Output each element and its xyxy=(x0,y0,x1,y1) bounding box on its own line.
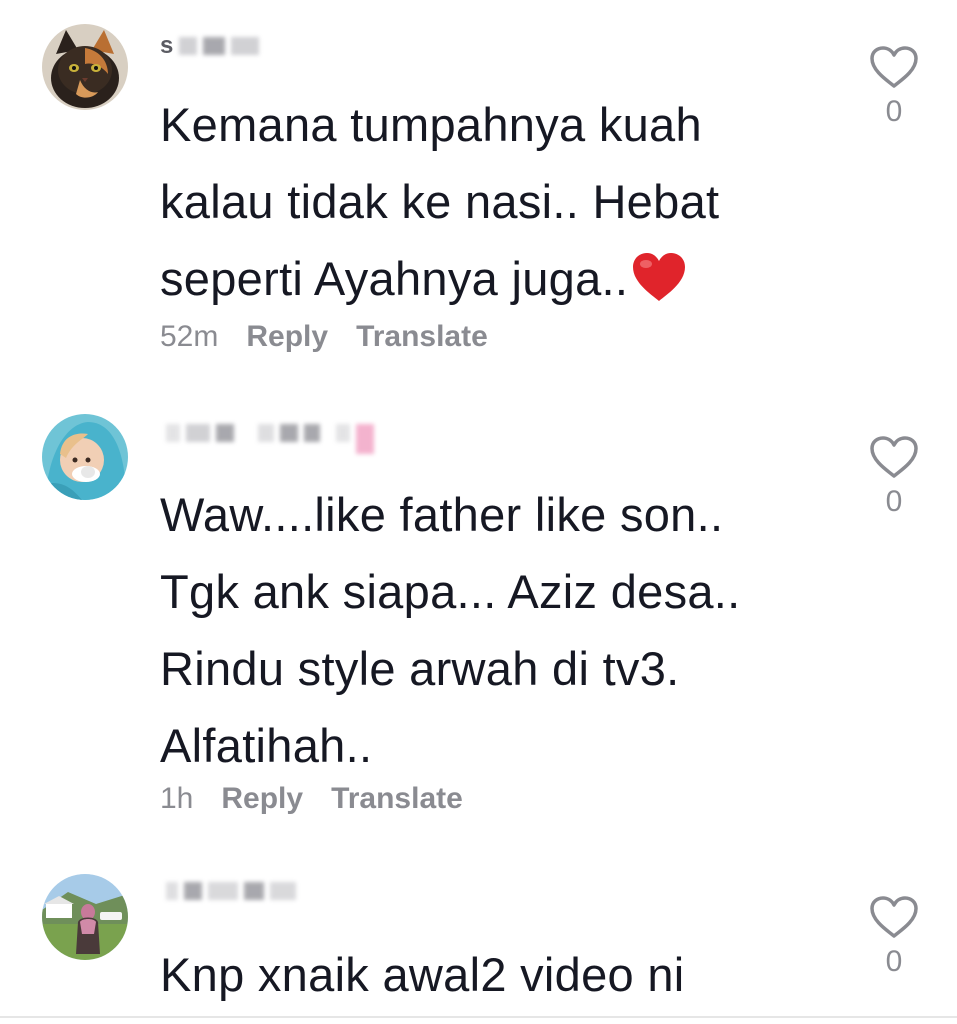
comment-text: Knp xnaik awal2 video ni xyxy=(160,936,840,1013)
username[interactable] xyxy=(160,876,296,906)
like-count: 0 xyxy=(885,485,903,518)
comment-line: Tgk ank siapa... Aziz desa.. xyxy=(160,565,741,618)
comment-line: Alfatihah.. xyxy=(160,719,373,772)
username-text: s xyxy=(160,32,174,59)
comment-line: Knp xnaik awal2 video ni xyxy=(160,948,685,1001)
comment-line: Waw....like father like son.. xyxy=(160,488,724,541)
like-count: 0 xyxy=(885,945,903,978)
comment-text: Waw....like father like son.. Tgk ank si… xyxy=(160,476,840,784)
like-count: 0 xyxy=(885,95,903,128)
redacted-username-block xyxy=(356,424,374,454)
user-avatar[interactable] xyxy=(42,24,128,110)
comment-time: 52m xyxy=(160,320,219,353)
redacted-username-block xyxy=(186,424,210,442)
comment-meta: 52m Reply Translate xyxy=(160,320,488,354)
comment-item: s Kemana tumpahnya kuah kalau tidak ke n… xyxy=(0,0,957,380)
like-control[interactable]: 0 xyxy=(866,45,922,129)
heart-outline-icon[interactable] xyxy=(869,435,919,479)
redacted-username-block xyxy=(179,37,198,55)
redacted-username-block xyxy=(216,424,234,442)
redacted-username-block xyxy=(244,882,264,900)
reply-button[interactable]: Reply xyxy=(221,782,303,816)
translate-button[interactable]: Translate xyxy=(356,320,488,354)
comment-text: Kemana tumpahnya kuah kalau tidak ke nas… xyxy=(160,86,840,317)
redacted-username-block xyxy=(184,882,202,900)
comment-line: Kemana tumpahnya kuah xyxy=(160,98,702,151)
heart-outline-icon[interactable] xyxy=(869,45,919,89)
user-avatar[interactable] xyxy=(42,414,128,500)
outdoor-person-avatar-icon xyxy=(42,874,128,960)
comment-line: seperti Ayahnya juga.. xyxy=(160,252,629,305)
like-control[interactable]: 0 xyxy=(866,895,922,979)
red-heart-emoji-icon xyxy=(633,253,686,301)
redacted-username-block xyxy=(231,37,260,55)
translate-button[interactable]: Translate xyxy=(331,782,463,816)
comment-line-with-emoji: seperti Ayahnya juga.. xyxy=(160,240,840,317)
redacted-username-block xyxy=(336,424,350,442)
comment-meta: 1h Reply Translate xyxy=(160,782,463,816)
child-in-hoodie-avatar-icon xyxy=(42,414,128,500)
comment-item: Knp xnaik awal2 video ni 0 xyxy=(0,860,957,1024)
redacted-username-block xyxy=(166,882,178,900)
username[interactable]: s xyxy=(160,31,260,61)
redacted-username-block xyxy=(258,424,274,442)
redacted-username-block xyxy=(280,424,298,442)
comment-item: Waw....like father like son.. Tgk ank si… xyxy=(0,400,957,840)
reply-button[interactable]: Reply xyxy=(246,320,328,354)
redacted-username-block xyxy=(208,882,238,900)
username[interactable] xyxy=(160,418,374,454)
comment-time: 1h xyxy=(160,782,194,815)
redacted-username-block xyxy=(304,424,320,442)
cat-avatar-icon xyxy=(42,24,128,110)
redacted-username-block xyxy=(166,424,180,442)
comment-line: kalau tidak ke nasi.. Hebat xyxy=(160,175,720,228)
user-avatar[interactable] xyxy=(42,874,128,960)
divider xyxy=(0,1016,957,1018)
like-control[interactable]: 0 xyxy=(866,435,922,519)
redacted-username-block xyxy=(270,882,296,900)
heart-outline-icon[interactable] xyxy=(869,895,919,939)
redacted-username-block xyxy=(203,37,226,55)
comment-line: Rindu style arwah di tv3. xyxy=(160,642,680,695)
